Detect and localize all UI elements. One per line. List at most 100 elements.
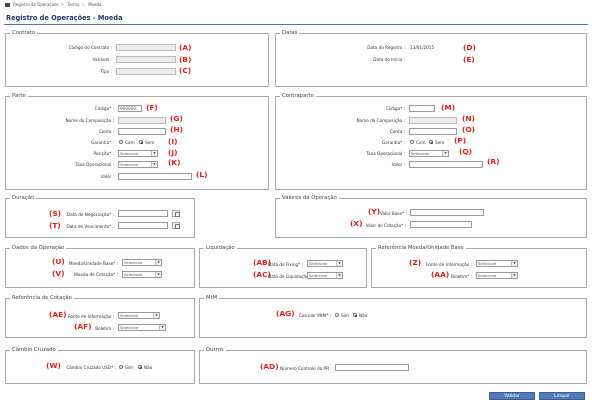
- contraparte-codigo-input[interactable]: [409, 105, 435, 112]
- moeda-base-value: Selecione: [124, 260, 143, 265]
- parte-conta-input[interactable]: [118, 128, 166, 135]
- valores-legend: Valores da Operação: [280, 195, 339, 201]
- data-fixing-value: Selecione: [309, 261, 328, 266]
- datas-section: Datas: [275, 30, 587, 87]
- contraparte-taxa-select[interactable]: Selecione ▼: [409, 150, 449, 157]
- parte-garantia-label: Garantia* :: [91, 140, 114, 145]
- chevron-down-icon: ▼: [153, 313, 159, 318]
- parte-valor-input[interactable]: [118, 173, 192, 180]
- fonte-cotacao-value: Selecione: [120, 313, 139, 318]
- contraparte-garantia-sem-label: Sem: [435, 140, 445, 145]
- boletim-base-value: Selecione: [478, 273, 497, 278]
- codigo-contrato-label: Código do Contrato :: [68, 45, 112, 50]
- data-vencimento-input[interactable]: [118, 222, 168, 229]
- parte-conta-label: Conta :: [98, 129, 114, 134]
- cambio-sim-radio[interactable]: [119, 365, 123, 369]
- calendar-icon[interactable]: [172, 222, 180, 229]
- cambio-sim-label: Sim: [125, 365, 133, 370]
- annotation-k: (K): [168, 158, 181, 167]
- cambio-legend: Câmbio Cruzado: [10, 347, 58, 353]
- data-fixing-select[interactable]: Selecione ▼: [307, 260, 343, 267]
- annotation-ad: (AD): [260, 362, 279, 371]
- valor-cotacao-input[interactable]: [410, 221, 472, 228]
- parte-codigo-label: Código* :: [94, 106, 114, 111]
- moeda-cotacao-select[interactable]: Selecione ▼: [122, 271, 162, 278]
- valor-base-input[interactable]: [410, 209, 484, 216]
- annotation-c: (C): [179, 66, 192, 75]
- codigo-contrato-input: [116, 44, 176, 51]
- chevron-down-icon: ▼: [511, 261, 517, 266]
- boletim-base-select[interactable]: Selecione ▼: [476, 272, 518, 279]
- contraparte-valor-label: Valor :: [391, 162, 405, 167]
- annotation-x: (X): [350, 219, 363, 228]
- limpar-button[interactable]: Limpar: [539, 392, 585, 400]
- parte-nome-label: Nome do Composição :: [65, 118, 114, 123]
- contraparte-garantia-com-radio[interactable]: [410, 140, 414, 144]
- data-negociacao-input[interactable]: [118, 210, 168, 217]
- moeda-cotacao-label: Moeda de Cotação* :: [74, 272, 118, 277]
- annotation-j: (J): [168, 148, 178, 157]
- annotation-s: (S): [49, 209, 62, 218]
- liquidacao-section: Liquidação: [199, 245, 367, 288]
- mtm-sim-label: Sim: [341, 313, 349, 318]
- dados-section: Dados da Operação: [5, 245, 195, 288]
- numero-controle-label: Número Controle do PR :: [280, 366, 332, 371]
- moeda-base-select[interactable]: Selecione ▼: [122, 259, 162, 266]
- boletim-cotacao-value: Selecione: [120, 325, 139, 330]
- valor-base-label: Valor Base* :: [380, 211, 407, 216]
- validar-button[interactable]: Validar: [489, 392, 535, 400]
- chevron-down-icon: ▼: [159, 325, 165, 330]
- fonte-base-value: Selecione: [478, 261, 497, 266]
- contraparte-garantia-sem-radio[interactable]: [429, 140, 433, 144]
- chevron-down-icon: ▼: [336, 273, 342, 278]
- contraparte-valor-input[interactable]: [409, 161, 483, 168]
- data-liquidacao-select[interactable]: Selecione ▼: [307, 272, 343, 279]
- variavel-input: [116, 56, 176, 63]
- duracao-section: Duração: [5, 195, 195, 238]
- parte-garantia-sem-label: Sem: [145, 140, 155, 145]
- contraparte-garantia-label: Garantia* :: [382, 140, 405, 145]
- mtm-nao-radio[interactable]: [353, 313, 357, 317]
- breadcrumb-item[interactable]: Registro de Operações: [13, 2, 58, 7]
- boletim-base-label: Boletim* :: [451, 274, 472, 279]
- data-inicio-label: Data do Início :: [373, 57, 405, 62]
- data-liquidacao-label: Data de Liquidação* :: [268, 274, 314, 279]
- numero-controle-input[interactable]: [335, 364, 409, 371]
- breadcrumb-separator: >: [60, 2, 64, 7]
- annotation-n: (N): [462, 114, 475, 123]
- breadcrumb-separator: >: [81, 2, 85, 7]
- contraparte-legend: Contraparte: [280, 93, 316, 99]
- home-icon[interactable]: [5, 3, 10, 7]
- cambio-cruzado-label: Câmbio Cruzado USD* :: [66, 365, 116, 370]
- parte-garantia-sem-radio[interactable]: [139, 140, 143, 144]
- parte-garantia-com-radio[interactable]: [119, 140, 123, 144]
- calendar-icon[interactable]: [172, 210, 180, 217]
- data-vencimento-label: Data de Vencimento* :: [66, 224, 114, 229]
- fonte-base-select[interactable]: Selecione ▼: [476, 260, 518, 267]
- parte-posicao-value: Selecione: [120, 151, 139, 156]
- parte-garantia-com-label: Com: [125, 140, 135, 145]
- parte-valor-label: Valor :: [100, 174, 114, 179]
- boletim-cotacao-select[interactable]: Selecione ▼: [118, 324, 166, 331]
- fonte-cotacao-select[interactable]: Selecione ▼: [118, 312, 160, 319]
- parte-posicao-select[interactable]: Selecione ▼: [118, 150, 158, 157]
- mtm-legend: MtM: [204, 295, 220, 301]
- annotation-y: (Y): [368, 207, 381, 216]
- contraparte-conta-input[interactable]: [409, 128, 457, 135]
- mtm-sim-radio[interactable]: [335, 313, 339, 317]
- cambio-nao-radio[interactable]: [138, 365, 142, 369]
- fonte-cotacao-label: Fonte de Informação :: [68, 314, 114, 319]
- boletim-cotacao-label: Boletim :: [95, 326, 114, 331]
- outros-legend: Outros: [204, 347, 226, 353]
- breadcrumb-item[interactable]: Termo: [67, 2, 79, 7]
- chevron-down-icon: ▼: [151, 151, 157, 156]
- annotation-l: (L): [196, 170, 208, 179]
- contraparte-codigo-label: Código* :: [385, 106, 405, 111]
- mtm-nao-label: Não: [359, 313, 368, 318]
- annotation-u: (U): [52, 257, 65, 266]
- tipo-label: Tipo :: [100, 69, 112, 74]
- annotation-af: (AF): [74, 322, 92, 331]
- parte-codigo-input[interactable]: 900000: [118, 105, 142, 112]
- parte-taxa-select[interactable]: Selecione ▼: [118, 161, 158, 168]
- annotation-ae: (AE): [49, 310, 67, 319]
